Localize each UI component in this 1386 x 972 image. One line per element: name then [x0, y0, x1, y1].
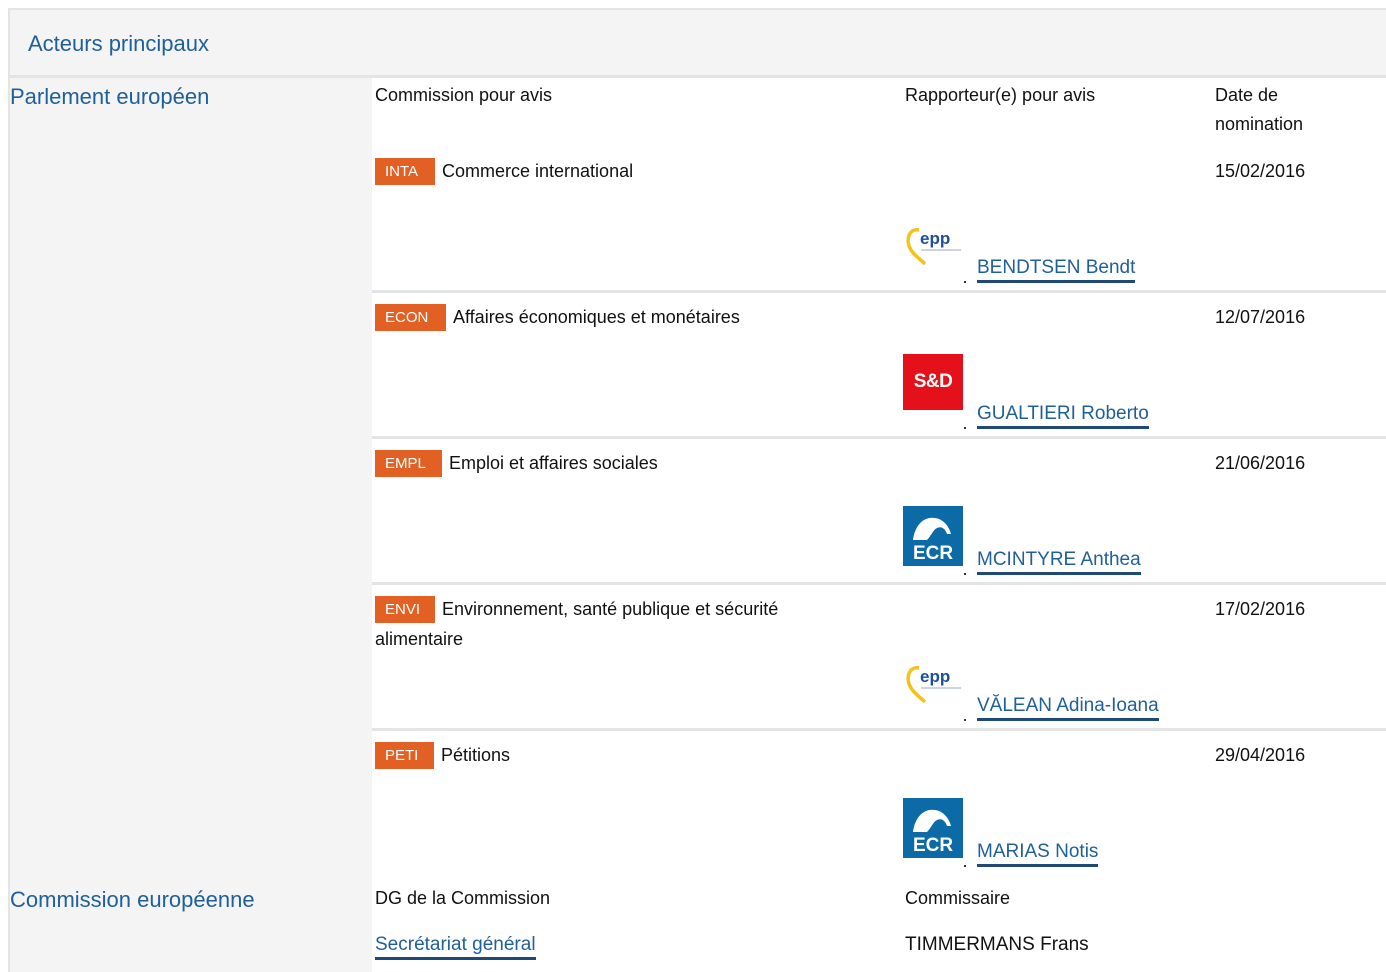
- col-header-date-line1: Date de: [1215, 85, 1279, 105]
- epp-group-logo: epp: [903, 652, 963, 712]
- epp-group-logo: epp: [903, 214, 963, 274]
- epp-logo-text: epp: [920, 229, 950, 248]
- committee-name-continued: alimentaire: [375, 629, 464, 649]
- institution-column: [8, 78, 372, 972]
- nomination-date: 21/06/2016: [1215, 453, 1306, 473]
- ecr-lion-icon: ECR: [913, 809, 953, 856]
- nomination-date: 12/07/2016: [1215, 307, 1306, 327]
- col-header-committee: Commission pour avis: [375, 85, 553, 105]
- committee-name: Environnement, santé publique et sécurit…: [442, 599, 779, 619]
- committee-code-badge: PETI: [375, 742, 434, 769]
- dg-link[interactable]: Secrétariat général: [375, 933, 536, 960]
- ecr-group-logo: ECR: [903, 506, 963, 566]
- sd-group-logo: S&D: [903, 354, 963, 410]
- nomination-date: 17/02/2016: [1215, 599, 1306, 619]
- col-header-commissioner: Commissaire: [905, 888, 1011, 908]
- row-divider: [372, 728, 1386, 731]
- section-title: Acteurs principaux: [28, 31, 209, 56]
- separator-dot: [964, 427, 966, 429]
- details-area: [372, 78, 1386, 972]
- section-header: Acteurs principaux: [8, 8, 1386, 78]
- epp-logo-text: epp: [920, 667, 950, 686]
- row-divider: [372, 582, 1386, 585]
- committee-code-badge: ENVI: [375, 596, 435, 623]
- ecr-lion-icon: ECR: [913, 517, 953, 564]
- rapporteur-link[interactable]: MARIAS Notis: [977, 840, 1099, 867]
- separator-dot: [964, 281, 966, 283]
- committee-name: Affaires économiques et monétaires: [453, 307, 740, 327]
- separator-dot: [964, 573, 966, 575]
- committee-code-badge: INTA: [375, 158, 435, 185]
- ecr-group-logo: ECR: [903, 798, 963, 858]
- separator-dot: [964, 865, 966, 867]
- col-header-date-line2: nomination: [1215, 114, 1304, 134]
- row-divider: [372, 290, 1386, 293]
- epp-heart-icon: epp: [906, 228, 961, 266]
- committee-code-badge: ECON: [375, 304, 446, 331]
- rapporteur-link[interactable]: GUALTIERI Roberto: [977, 402, 1149, 429]
- nomination-date: 15/02/2016: [1215, 161, 1306, 181]
- committee-name: Commerce international: [442, 161, 634, 181]
- rapporteur-link[interactable]: BENDTSEN Bendt: [977, 256, 1136, 283]
- commission-title: Commission européenne: [10, 887, 255, 912]
- committee-name: Pétitions: [441, 745, 511, 765]
- rapporteur-link[interactable]: VĂLEAN Adina-Ioana: [977, 694, 1159, 721]
- col-header-dg: DG de la Commission: [375, 888, 551, 908]
- ecr-logo-text: ECR: [913, 543, 953, 564]
- epp-heart-icon: epp: [906, 666, 961, 704]
- parliament-title: Parlement européen: [10, 84, 210, 109]
- committee-code-badge: EMPL: [375, 450, 442, 477]
- commissioner-name: TIMMERMANS Frans: [905, 934, 1089, 955]
- ecr-logo-text: ECR: [913, 835, 953, 856]
- separator-dot: [964, 719, 966, 721]
- col-header-rapporteur: Rapporteur(e) pour avis: [905, 85, 1096, 105]
- nomination-date: 29/04/2016: [1215, 745, 1306, 765]
- row-divider: [372, 436, 1386, 439]
- committee-name: Emploi et affaires sociales: [449, 453, 658, 473]
- rapporteur-link[interactable]: MCINTYRE Anthea: [977, 548, 1141, 575]
